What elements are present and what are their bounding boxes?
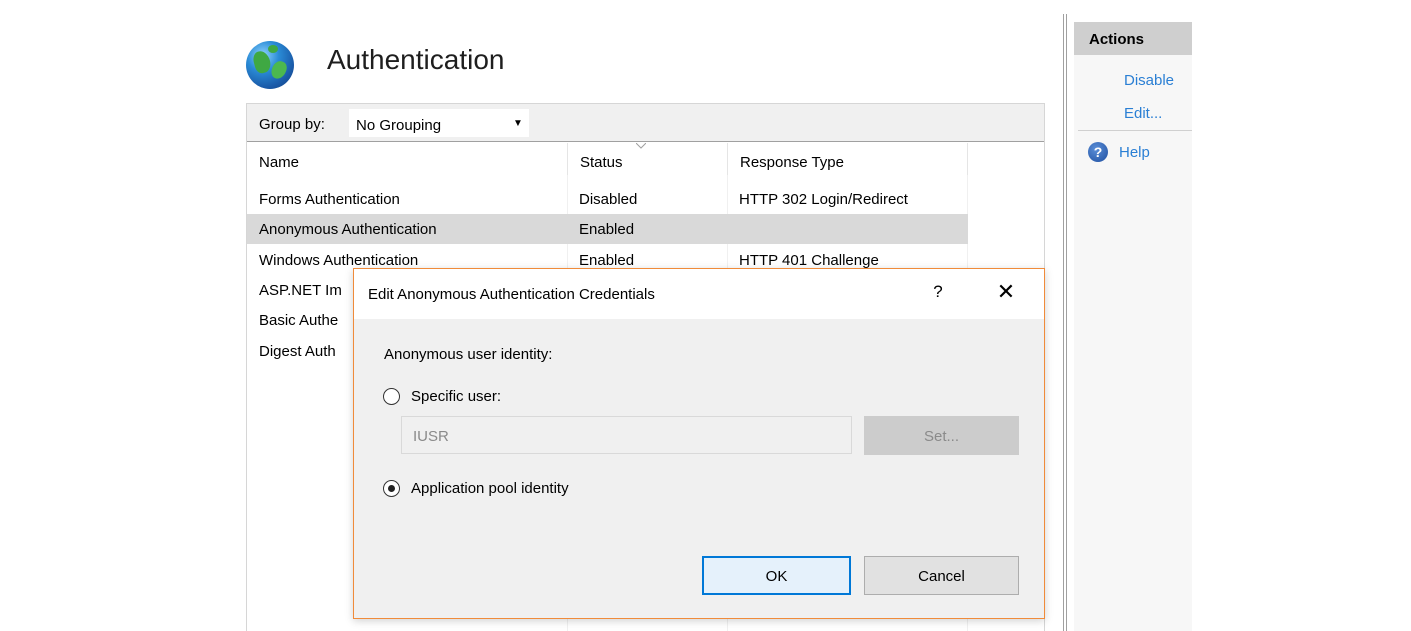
column-header-name[interactable]: Name (247, 143, 567, 175)
column-header-response-type-label: Response Type (740, 154, 844, 171)
identity-label: Anonymous user identity: (384, 346, 553, 363)
help-action-link[interactable]: Help (1119, 144, 1150, 161)
close-icon[interactable]: ✕ (994, 279, 1018, 305)
column-header-response-type[interactable]: Response Type (727, 143, 968, 175)
row-name: ASP.NET Im (259, 282, 342, 299)
row-name: Anonymous Authentication (259, 221, 437, 238)
row-response-type: HTTP 401 Challenge (739, 252, 879, 269)
specific-user-field: IUSR (401, 416, 852, 454)
row-name: Windows Authentication (259, 252, 419, 269)
set-button-label: Set... (923, 428, 960, 445)
group-by-bar: Group by: No Grouping ▼ (247, 104, 1044, 142)
cancel-button[interactable]: Cancel (864, 556, 1019, 595)
ok-button-label: OK (765, 568, 788, 585)
globe-icon (246, 41, 294, 89)
application-pool-identity-radio[interactable] (383, 480, 400, 497)
row-status: Enabled (579, 252, 635, 269)
row-response-type: HTTP 302 Login/Redirect (739, 191, 908, 208)
dialog-title: Edit Anonymous Authentication Credential… (368, 286, 655, 303)
column-header-name-label: Name (259, 154, 300, 171)
group-by-value: No Grouping (356, 117, 442, 134)
table-row-selected[interactable]: Anonymous Authentication Enabled (247, 214, 968, 244)
actions-header: Actions (1074, 22, 1192, 55)
row-status: Enabled (579, 221, 635, 238)
actions-title: Actions (1089, 31, 1145, 48)
dialog-titlebar: Edit Anonymous Authentication Credential… (354, 269, 1044, 319)
specific-user-radio[interactable] (383, 388, 400, 405)
group-by-label: Group by: (259, 116, 325, 133)
edit-action-link[interactable]: Edit... (1124, 105, 1162, 122)
column-header-status[interactable]: Status (567, 143, 727, 175)
ok-button[interactable]: OK (702, 556, 851, 595)
row-name: Digest Auth (259, 343, 336, 360)
radio-selected-dot (388, 485, 395, 492)
specific-user-label[interactable]: Specific user: (411, 388, 501, 405)
actions-pane: Actions Disable Edit... ? Help (1074, 22, 1192, 631)
pane-splitter[interactable] (1063, 14, 1067, 631)
cancel-button-label: Cancel (918, 568, 965, 585)
page-title: Authentication (327, 44, 505, 75)
specific-user-value: IUSR (413, 428, 449, 445)
disable-action-link[interactable]: Disable (1124, 72, 1174, 89)
table-row[interactable]: Forms Authentication Disabled HTTP 302 L… (247, 184, 968, 214)
column-header-status-label: Status (580, 154, 623, 171)
row-status: Disabled (579, 191, 638, 208)
application-pool-identity-label[interactable]: Application pool identity (411, 480, 569, 497)
edit-anonymous-credentials-dialog: Edit Anonymous Authentication Credential… (353, 268, 1045, 619)
row-name: Basic Authe (259, 312, 339, 329)
actions-divider (1078, 130, 1192, 131)
row-name: Forms Authentication (259, 191, 400, 208)
help-icon[interactable]: ? (1088, 142, 1108, 162)
chevron-down-icon: ▼ (513, 118, 523, 129)
sort-caret-icon (636, 143, 646, 149)
set-button: Set... (864, 416, 1019, 455)
group-by-dropdown[interactable]: No Grouping ▼ (349, 109, 529, 137)
dialog-help-icon[interactable]: ? (931, 282, 945, 302)
